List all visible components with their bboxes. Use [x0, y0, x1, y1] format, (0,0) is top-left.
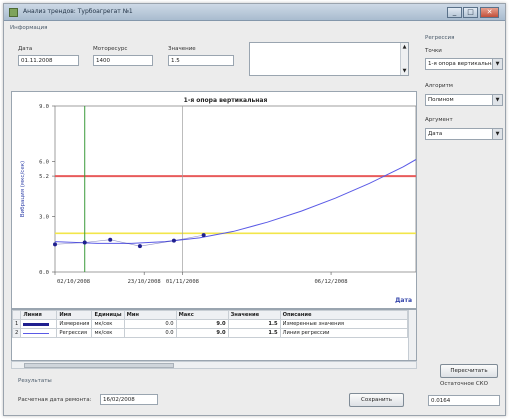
- save-button[interactable]: Сохранить: [349, 393, 404, 407]
- table-vscrollbar[interactable]: [408, 310, 416, 360]
- title-bar[interactable]: Анализ трендов: Турбоагрегат №1 _ □ ✕: [4, 4, 505, 21]
- value-label: Значение: [168, 46, 196, 52]
- table-row[interactable]: 1 Измерения мк/сек 0.0 9.0 1.5 Измеренны…: [12, 319, 409, 329]
- regression-section-label: Регрессия: [425, 35, 455, 41]
- x-tick-label: 01/11/2008: [166, 279, 199, 285]
- y-tick-label: 9.0: [39, 104, 49, 110]
- line-swatch: [23, 322, 50, 326]
- minimize-button[interactable]: _: [447, 7, 462, 18]
- name-cell[interactable]: Регрессия: [56, 328, 93, 338]
- scroll-up-icon[interactable]: ▲: [401, 44, 408, 50]
- hscroll-thumb[interactable]: [24, 363, 174, 368]
- rownum-header: [12, 310, 22, 320]
- lines-table[interactable]: Линия Имя Единицы Мин Макс Значение Опис…: [11, 309, 417, 361]
- units-cell[interactable]: мк/сек: [91, 319, 125, 329]
- recalculate-button[interactable]: Пересчитать: [440, 364, 498, 378]
- date-field[interactable]: 01.11.2008: [18, 55, 79, 66]
- plot-area: [54, 105, 417, 273]
- repair-date-label: Расчетная дата ремонта:: [18, 397, 92, 403]
- y-tick-label: 6.0: [39, 159, 49, 165]
- motor-resource-field[interactable]: 1400: [93, 55, 153, 66]
- measurement-point: [171, 238, 176, 243]
- value-cell[interactable]: 1.5: [227, 328, 281, 338]
- y-tick-label: 0.0: [39, 270, 49, 276]
- row-number: 2: [12, 328, 22, 338]
- scroll-down-icon[interactable]: ▼: [401, 68, 408, 74]
- x-axis-title: Дата: [395, 297, 412, 304]
- units-cell[interactable]: мк/сек: [91, 328, 125, 338]
- info-section-label: Информация: [10, 25, 48, 31]
- line-style-cell[interactable]: [20, 319, 58, 329]
- chevron-down-icon[interactable]: ▼: [492, 59, 502, 69]
- window-title: Анализ трендов: Турбоагрегат №1: [23, 8, 133, 15]
- measurement-point: [53, 242, 57, 247]
- residual-sko-field[interactable]: 0.0164: [428, 395, 500, 406]
- trend-analysis-window: Анализ трендов: Турбоагрегат №1 _ □ ✕ Ин…: [3, 3, 506, 416]
- close-button[interactable]: ✕: [480, 7, 499, 18]
- col-line-header[interactable]: Линия: [20, 310, 58, 320]
- col-min-header[interactable]: Мин: [123, 310, 177, 320]
- app-icon: [9, 8, 18, 17]
- y-tick-label: 5.2: [39, 174, 49, 180]
- col-units-header[interactable]: Единицы: [91, 310, 125, 320]
- line-swatch: [23, 332, 50, 334]
- points-select[interactable]: 1-я опора вертикальная ▼: [425, 58, 503, 70]
- row-number: 1: [12, 319, 22, 329]
- chart-title: 1-я опора вертикальная: [184, 97, 268, 104]
- value-cell[interactable]: 1.5: [227, 319, 281, 329]
- x-tick-label: 23/10/2008: [128, 279, 161, 285]
- name-cell[interactable]: Измерения: [56, 319, 93, 329]
- residual-sko-label: Остаточное СКО: [440, 381, 488, 387]
- measurement-point: [108, 237, 113, 242]
- min-cell[interactable]: 0.0: [123, 319, 177, 329]
- max-cell[interactable]: 9.0: [175, 319, 229, 329]
- argument-select[interactable]: Дата ▼: [425, 128, 503, 140]
- x-tick-label: 02/10/2008: [57, 279, 90, 285]
- x-tick-label: 06/12/2008: [314, 279, 347, 285]
- measurement-point: [137, 244, 142, 249]
- min-cell[interactable]: 0.0: [123, 328, 177, 338]
- algorithm-select[interactable]: Полином ▼: [425, 94, 503, 106]
- line-style-cell[interactable]: [20, 328, 58, 338]
- col-max-header[interactable]: Макс: [175, 310, 229, 320]
- chevron-down-icon[interactable]: ▼: [492, 95, 502, 105]
- col-desc-header[interactable]: Описание: [279, 310, 409, 320]
- results-section-label: Результаты: [18, 378, 52, 384]
- algorithm-label: Алгоритм: [425, 83, 453, 89]
- motor-resource-label: Моторесурс: [93, 46, 128, 52]
- argument-select-value: Дата: [428, 131, 443, 137]
- chart-canvas[interactable]: 0.0 3.0 5.2 6.0 9.0 Вибрация (мкс/сек) 1-я опо…: [12, 92, 417, 308]
- desc-cell[interactable]: Линия регрессии: [279, 328, 409, 338]
- max-cell[interactable]: 9.0: [175, 328, 229, 338]
- chevron-down-icon[interactable]: ▼: [492, 129, 502, 139]
- table-header-row: Линия Имя Единицы Мин Макс Значение Опис…: [12, 310, 409, 320]
- points-label: Точки: [425, 48, 442, 54]
- value-field[interactable]: 1.5: [168, 55, 234, 66]
- measurement-point: [82, 240, 87, 245]
- y-axis-title: Вибрация (мкс/сек): [20, 161, 26, 217]
- table-row[interactable]: 2 Регрессия мк/сек 0.0 9.0 1.5 Линия рег…: [12, 328, 409, 338]
- date-label: Дата: [18, 46, 33, 52]
- col-name-header[interactable]: Имя: [56, 310, 93, 320]
- table-hscrollbar[interactable]: [11, 361, 417, 369]
- maximize-button[interactable]: □: [463, 7, 478, 18]
- algorithm-select-value: Полином: [428, 97, 454, 103]
- y-tick-label: 3.0: [39, 215, 49, 221]
- memo-scrollbar[interactable]: ▲ ▼: [400, 43, 408, 75]
- points-select-value: 1-я опора вертикальная: [428, 61, 499, 67]
- trend-chart[interactable]: 0.0 3.0 5.2 6.0 9.0 Вибрация (мкс/сек) 1-я опо…: [11, 91, 417, 309]
- repair-date-field[interactable]: 16/02/2008: [100, 394, 158, 405]
- argument-label: Аргумент: [425, 117, 453, 123]
- desc-cell[interactable]: Измеренные значения: [279, 319, 409, 329]
- col-value-header[interactable]: Значение: [227, 310, 281, 320]
- measurement-point: [201, 233, 206, 238]
- notes-memo[interactable]: ▲ ▼: [249, 42, 409, 76]
